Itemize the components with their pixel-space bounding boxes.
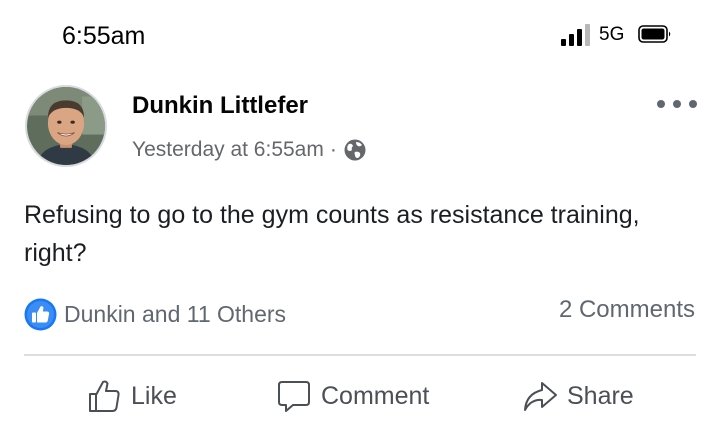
share-label: Share xyxy=(567,381,634,410)
reactions-summary[interactable]: Dunkin and 11 Others xyxy=(24,298,286,331)
globe-icon[interactable] xyxy=(343,138,367,162)
more-options-icon[interactable] xyxy=(656,96,698,112)
post-timestamp[interactable]: Yesterday at 6:55am xyxy=(132,138,324,162)
comment-label: Comment xyxy=(321,381,430,410)
post-meta: Yesterday at 6:55am · xyxy=(132,138,367,162)
reactions-text: Dunkin and 11 Others xyxy=(64,301,287,327)
comment-icon xyxy=(278,381,310,412)
share-button[interactable]: Share xyxy=(522,374,634,418)
share-icon xyxy=(524,382,557,411)
divider xyxy=(24,354,696,356)
comments-count[interactable]: 2 Comments xyxy=(559,296,695,324)
like-label: Like xyxy=(131,381,177,410)
comment-button[interactable]: Comment xyxy=(276,374,429,418)
status-time: 6:55am xyxy=(62,22,146,50)
thumbs-up-icon xyxy=(89,380,120,412)
status-bar: 6:55am 5G xyxy=(0,0,720,70)
network-type: 5G xyxy=(599,24,625,45)
post-author[interactable]: Dunkin Littlefer xyxy=(132,92,308,120)
battery-icon xyxy=(638,25,671,43)
avatar[interactable] xyxy=(25,85,107,167)
like-reaction-icon xyxy=(24,298,57,331)
avatar-photo xyxy=(27,87,105,165)
like-button[interactable]: Like xyxy=(86,374,177,418)
signal-icon xyxy=(561,24,591,46)
meta-separator: · xyxy=(329,138,337,161)
post-text: Refusing to go to the gym counts as resi… xyxy=(24,201,640,267)
